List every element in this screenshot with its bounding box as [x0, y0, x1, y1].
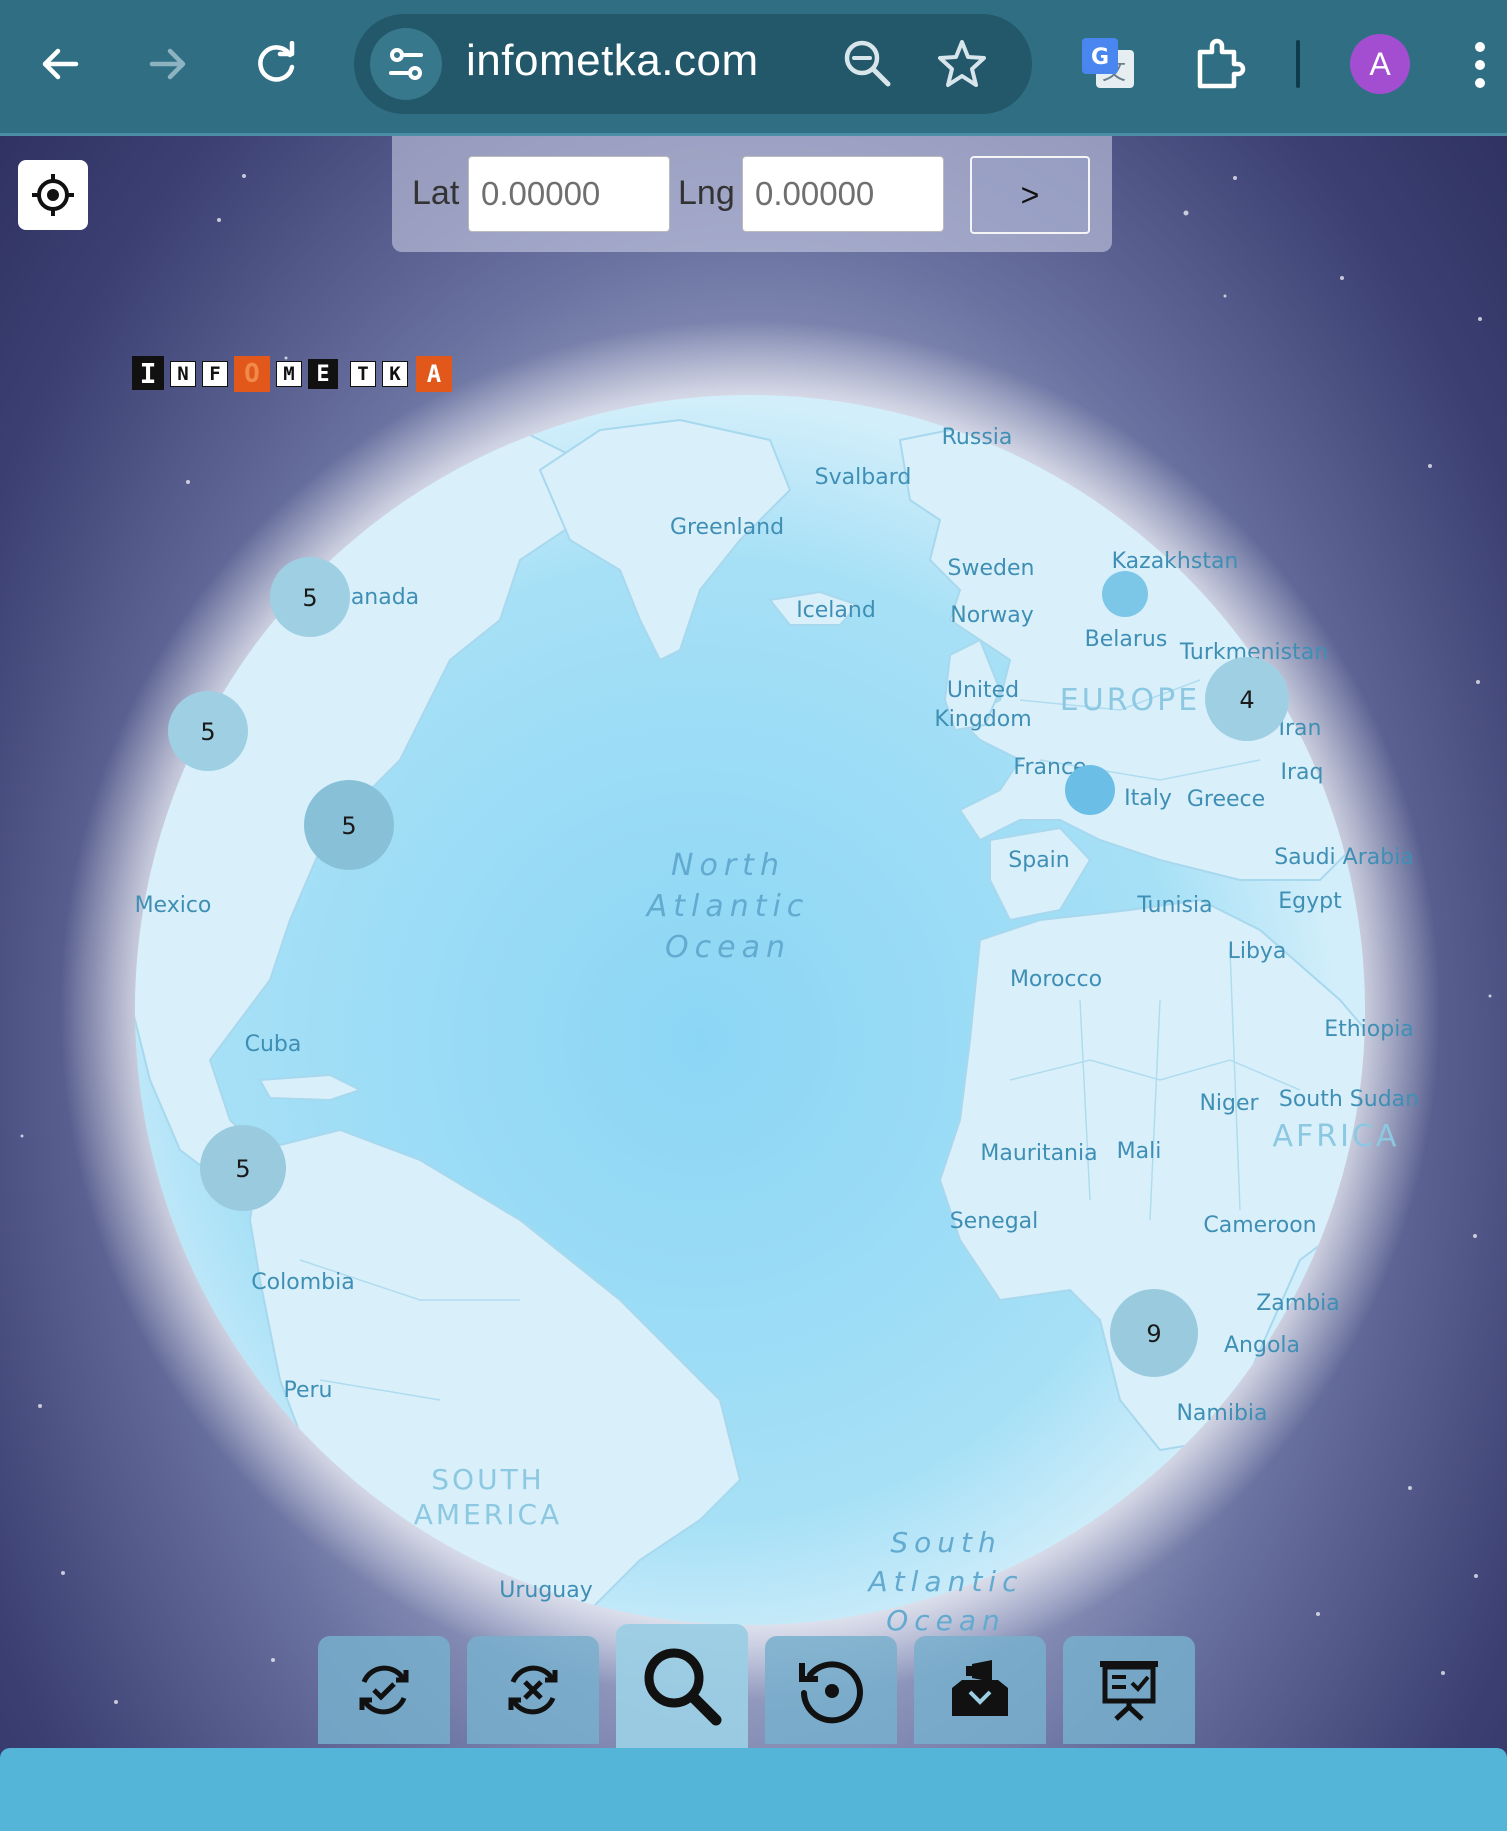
label-libya: Libya: [1228, 939, 1287, 964]
label-senegal: Senegal: [950, 1209, 1039, 1234]
label-svalbard: Svalbard: [815, 465, 912, 490]
lat-label: Lat: [412, 174, 460, 212]
label-united: United: [947, 678, 1019, 703]
refresh-check-button[interactable]: [318, 1636, 450, 1744]
label-russia: Russia: [942, 425, 1013, 450]
logo-letter: K: [382, 361, 408, 387]
label-kingdom: Kingdom: [934, 707, 1031, 732]
label-south-america-2: AMERICA: [414, 1498, 562, 1531]
logo-letter: F: [202, 361, 228, 387]
globe-map[interactable]: Russia Svalbard Greenland Kazakhstan Swe…: [0, 0, 1507, 1831]
svg-text:9: 9: [1146, 1320, 1161, 1348]
label-cameroon: Cameroon: [1203, 1213, 1316, 1238]
label-norway: Norway: [950, 603, 1033, 628]
logo-letter: A: [416, 356, 452, 392]
coordinate-panel: Lat Lng >: [392, 136, 1112, 252]
label-saudi-arabia: Saudi Arabia: [1274, 845, 1414, 870]
label-south: South: [890, 1526, 1001, 1559]
logo-letter: I: [132, 356, 164, 390]
cluster-west-coast[interactable]: 5: [168, 691, 248, 771]
label-belarus: Belarus: [1085, 627, 1168, 652]
label-egypt: Egypt: [1278, 889, 1342, 914]
label-south-america-1: SOUTH: [431, 1463, 544, 1496]
label-namibia: Namibia: [1176, 1401, 1267, 1426]
label-ethiopia: Ethiopia: [1324, 1017, 1414, 1042]
label-atlantic-2: Atlantic: [867, 1565, 1024, 1598]
svg-text:4: 4: [1239, 686, 1254, 714]
label-ocean-2: Ocean: [886, 1604, 1006, 1637]
inbox-announcement-icon: [952, 1660, 1008, 1716]
cluster-central-america[interactable]: 5: [200, 1125, 286, 1211]
inbox-announcement-button[interactable]: [914, 1636, 1046, 1744]
label-mali: Mali: [1117, 1139, 1162, 1164]
label-cuba: Cuba: [245, 1032, 302, 1057]
svg-text:5: 5: [302, 584, 317, 612]
logo-letter: O: [234, 356, 270, 392]
reset-icon: [799, 1661, 863, 1724]
label-zambia: Zambia: [1256, 1291, 1340, 1316]
reset-button[interactable]: [765, 1636, 897, 1744]
svg-text:5: 5: [235, 1155, 250, 1183]
label-atlantic: Atlantic: [645, 889, 810, 924]
label-iran: Iran: [1279, 716, 1322, 741]
label-greenland: Greenland: [670, 515, 784, 540]
label-colombia: Colombia: [251, 1270, 354, 1295]
presentation-button[interactable]: [1063, 1636, 1195, 1744]
label-north: North: [671, 848, 785, 883]
logo-letter: N: [170, 361, 196, 387]
locate-me-button[interactable]: [18, 160, 88, 230]
bottom-panel: [0, 1748, 1507, 1831]
label-spain: Spain: [1008, 848, 1069, 873]
label-angola: Angola: [1224, 1333, 1300, 1358]
crosshair-location-icon: [32, 174, 74, 216]
cluster-canada[interactable]: 5: [270, 557, 350, 637]
infometka-logo: I N F O M E T K A: [132, 356, 452, 392]
label-greece: Greece: [1187, 787, 1265, 812]
label-niger: Niger: [1199, 1091, 1259, 1116]
map-marker[interactable]: [1065, 765, 1115, 815]
logo-letter: M: [276, 361, 302, 387]
label-iceland: Iceland: [796, 598, 876, 623]
presentation-icon: [1100, 1661, 1158, 1721]
label-europe: EUROPE: [1060, 683, 1200, 718]
label-mexico: Mexico: [135, 893, 212, 918]
search-button[interactable]: [616, 1624, 748, 1748]
label-uruguay: Uruguay: [499, 1578, 593, 1603]
label-south-sudan: South Sudan: [1279, 1087, 1419, 1112]
logo-letter: T: [350, 361, 376, 387]
cluster-east-coast[interactable]: 5: [304, 780, 394, 870]
lng-input[interactable]: [742, 156, 944, 232]
lat-input[interactable]: [468, 156, 670, 232]
go-to-coordinates-button[interactable]: >: [970, 156, 1090, 234]
svg-text:5: 5: [341, 812, 356, 840]
label-iraq: Iraq: [1281, 760, 1324, 785]
refresh-check-icon: [359, 1665, 409, 1715]
map-marker[interactable]: [1102, 571, 1148, 617]
label-peru: Peru: [283, 1378, 332, 1403]
logo-letter: E: [308, 359, 338, 389]
cluster-middle-east[interactable]: 4: [1205, 657, 1289, 741]
lng-label: Lng: [678, 174, 735, 212]
cluster-southern-africa[interactable]: 9: [1110, 1289, 1198, 1377]
label-morocco: Morocco: [1010, 967, 1102, 992]
label-tunisia: Tunisia: [1136, 893, 1212, 918]
label-canada: anada: [351, 585, 419, 610]
label-kazakhstan: Kazakhstan: [1112, 549, 1239, 574]
label-africa: AFRICA: [1273, 1119, 1400, 1154]
search-icon: [644, 1648, 722, 1726]
label-ocean: Ocean: [665, 930, 791, 965]
label-sweden: Sweden: [948, 556, 1035, 581]
refresh-cancel-button[interactable]: [467, 1636, 599, 1744]
refresh-cancel-icon: [508, 1665, 558, 1715]
label-mauritania: Mauritania: [980, 1141, 1097, 1166]
svg-text:5: 5: [200, 718, 215, 746]
label-italy: Italy: [1124, 786, 1172, 811]
